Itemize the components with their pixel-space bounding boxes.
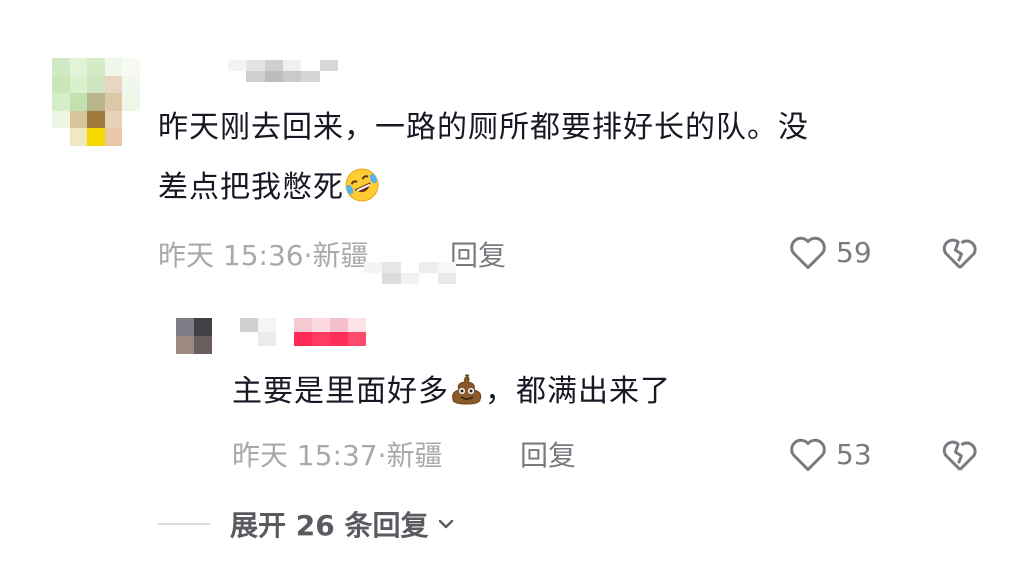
reply-button[interactable]: 回复 — [450, 234, 506, 274]
comment-text: 昨天刚去回来，一路的厕所都要排好长的队。没 差点把我憋死 — [158, 98, 809, 218]
expand-replies-label: 展开 26 条回复 — [230, 509, 429, 542]
reply-text: 主要是里面好多 ，都满出来了 — [232, 362, 671, 422]
reply-button[interactable]: 回复 — [520, 434, 576, 474]
heart-icon — [790, 236, 826, 270]
username[interactable] — [228, 60, 338, 82]
heart-icon — [790, 438, 826, 472]
broken-heart-icon[interactable] — [938, 432, 982, 476]
comment-meta: 昨天 15:36·新疆 — [158, 234, 369, 274]
reply-text-before: 主要是里面好多 — [232, 374, 449, 409]
reply-username[interactable] — [240, 318, 384, 346]
comment-text-line1: 昨天刚去回来，一路的厕所都要排好长的队。没 — [158, 110, 809, 145]
like-button[interactable]: 59 — [786, 230, 872, 274]
pile-of-poo-emoji — [452, 374, 482, 405]
broken-heart-icon[interactable] — [938, 230, 982, 274]
divider — [158, 523, 210, 525]
comment-thread: 昨天刚去回来，一路的厕所都要排好长的队。没 差点把我憋死 昨天 15:36·新疆 … — [0, 0, 1024, 566]
expand-replies-button[interactable]: 展开 26 条回复 — [158, 504, 458, 544]
blurred-overlay — [364, 262, 456, 284]
comment-text-line2: 差点把我憋死 — [158, 170, 344, 205]
reply-text-after: ，都满出来了 — [485, 374, 671, 409]
reply-time: 昨天 15:37 — [232, 439, 378, 472]
avatar[interactable] — [52, 58, 140, 146]
reply-location: 新疆 — [386, 439, 443, 472]
chevron-down-icon — [439, 519, 454, 529]
like-count: 59 — [836, 235, 872, 269]
meta-separator: · — [377, 439, 387, 472]
reply-avatar[interactable] — [176, 318, 212, 354]
rolling-on-floor-laughing-emoji — [345, 168, 379, 202]
reply-meta: 昨天 15:37·新疆 — [232, 434, 443, 474]
like-button[interactable]: 53 — [786, 432, 872, 476]
comment-location: 新疆 — [312, 239, 369, 272]
like-count: 53 — [836, 437, 872, 471]
comment-time: 昨天 15:36 — [158, 239, 304, 272]
meta-separator: · — [303, 239, 313, 272]
